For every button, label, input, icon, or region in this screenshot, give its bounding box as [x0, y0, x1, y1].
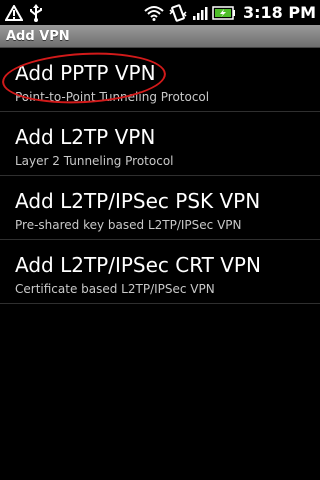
vpn-option-l2tp[interactable]: Add L2TP VPN Layer 2 Tunneling Protocol	[0, 112, 320, 176]
title-bar: Add VPN	[0, 25, 320, 48]
vpn-options-list: Add PPTP VPN Point-to-Point Tunneling Pr…	[0, 48, 320, 304]
signal-icon	[192, 5, 208, 21]
vpn-option-subtitle: Point-to-Point Tunneling Protocol	[15, 90, 210, 104]
battery-icon	[212, 5, 236, 20]
vpn-option-subtitle: Pre-shared key based L2TP/IPSec VPN	[15, 218, 242, 232]
usb-icon	[29, 3, 43, 22]
vpn-option-title: Add L2TP VPN	[15, 125, 156, 149]
vpn-option-subtitle: Layer 2 Tunneling Protocol	[15, 154, 174, 168]
page-title: Add VPN	[6, 28, 70, 44]
vpn-option-title: Add L2TP/IPSec CRT VPN	[15, 253, 261, 277]
vpn-option-pptp[interactable]: Add PPTP VPN Point-to-Point Tunneling Pr…	[0, 48, 320, 112]
vpn-option-title: Add L2TP/IPSec PSK VPN	[15, 189, 261, 213]
vibrate-icon	[168, 3, 188, 22]
vpn-option-l2tp-ipsec-crt[interactable]: Add L2TP/IPSec CRT VPN Certificate based…	[0, 240, 320, 304]
status-bar: 3:18 PM	[0, 0, 320, 25]
wifi-icon	[144, 5, 164, 21]
vpn-option-subtitle: Certificate based L2TP/IPSec VPN	[15, 282, 215, 296]
status-time: 3:18 PM	[242, 3, 316, 22]
vpn-option-l2tp-ipsec-psk[interactable]: Add L2TP/IPSec PSK VPN Pre-shared key ba…	[0, 176, 320, 240]
warning-icon	[5, 4, 23, 21]
vpn-option-title: Add PPTP VPN	[15, 61, 156, 85]
